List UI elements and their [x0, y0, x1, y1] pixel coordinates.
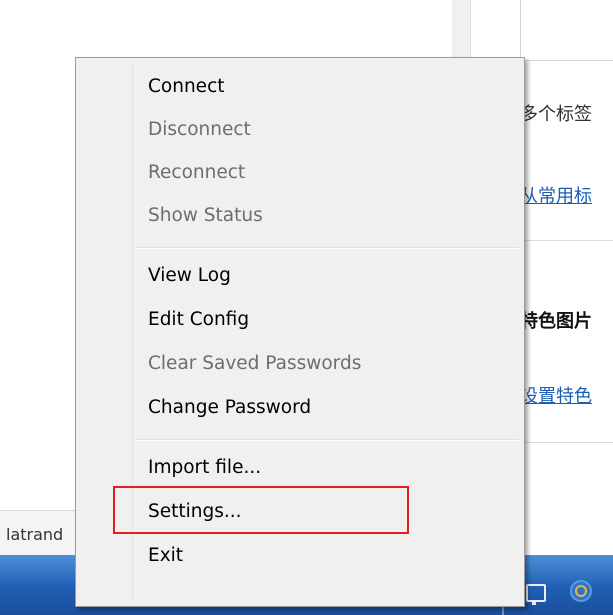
network-icon[interactable] — [526, 584, 546, 605]
settings-highlight-box — [113, 486, 409, 534]
status-bar-text: latrand — [6, 525, 64, 544]
menu-item-disconnect[interactable]: Disconnect — [148, 110, 251, 150]
background-heading: 特色图片 — [520, 311, 592, 332]
menu-item-exit[interactable]: Exit — [148, 536, 183, 576]
background-link[interactable]: 从常用标 — [520, 182, 592, 208]
menu-item-edit-config[interactable]: Edit Config — [148, 300, 249, 340]
background-input-field[interactable] — [520, 0, 613, 61]
menu-item-show-status[interactable]: Show Status — [148, 196, 263, 236]
menu-separator-2 — [136, 439, 519, 441]
menu-item-import-file[interactable]: Import file... — [148, 448, 261, 488]
menu-item-reconnect[interactable]: Reconnect — [148, 153, 245, 193]
menu-item-change-password[interactable]: Change Password — [148, 388, 311, 428]
menu-item-connect[interactable]: Connect — [148, 67, 225, 107]
menu-separator — [136, 247, 519, 249]
menu-item-clear-saved-passwords[interactable]: Clear Saved Passwords — [148, 344, 361, 384]
menu-item-view-log[interactable]: View Log — [148, 256, 231, 296]
background-text: 多个标签 — [520, 104, 592, 125]
vpn-tray-icon[interactable] — [570, 580, 592, 602]
background-link-2[interactable]: 设置特色 — [520, 382, 592, 408]
